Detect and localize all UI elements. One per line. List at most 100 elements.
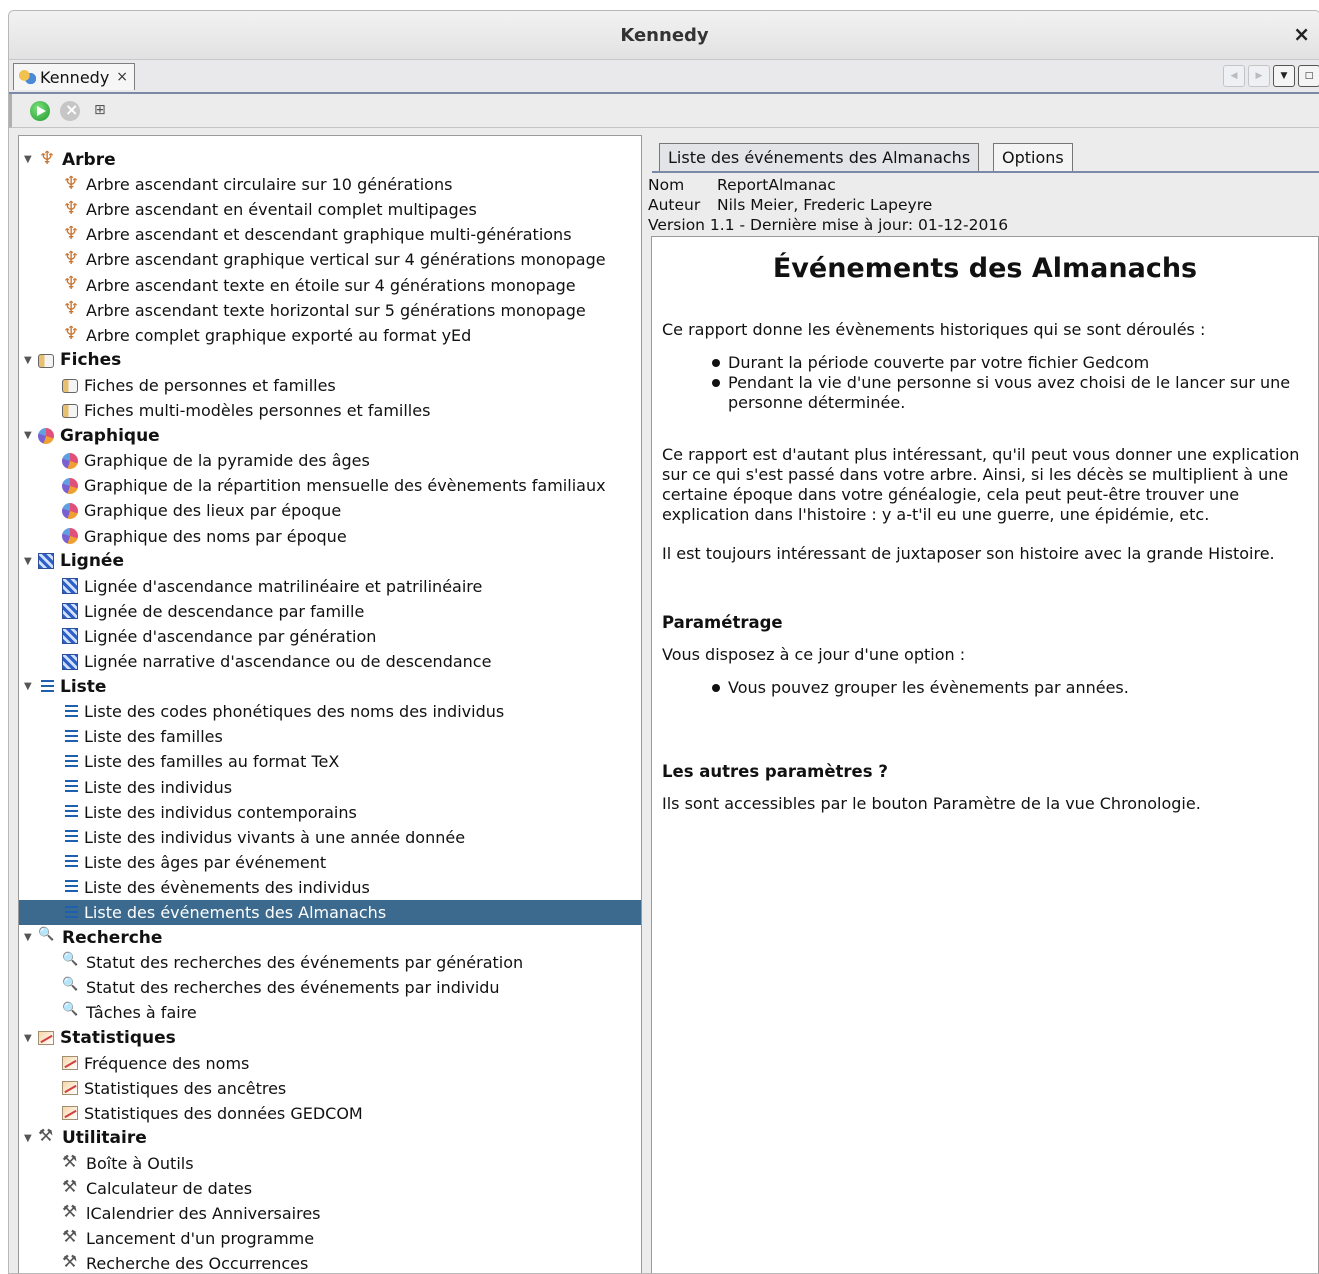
tree-item[interactable]: Statut des recherches des événements par…	[19, 975, 641, 1000]
tree-item[interactable]: Calculateur de dates	[19, 1176, 641, 1201]
tree-item[interactable]: Liste des âges par événement	[19, 850, 641, 875]
tree-item[interactable]: Lignée d'ascendance par génération	[19, 624, 641, 649]
graph-icon	[62, 477, 78, 494]
tree-item[interactable]: lCalendrier des Anniversaires	[19, 1201, 641, 1226]
tree-category-label: Utilitaire	[62, 1128, 147, 1149]
expand-triangle-icon[interactable]: ▼	[24, 932, 38, 943]
report-metadata: Nom ReportAlmanac Auteur Nils Meier, Frede…	[648, 175, 1008, 235]
liste-icon	[62, 704, 78, 719]
arbre-icon	[38, 148, 56, 169]
tree-item-label: Lignée narrative d'ascendance ou de desc…	[84, 652, 492, 671]
tree-item[interactable]: Liste des évènements des individus	[19, 875, 641, 900]
stat-icon	[62, 1081, 78, 1096]
nom-value: ReportAlmanac	[717, 176, 836, 194]
tree-item[interactable]: Graphique de la répartition mensuelle de…	[19, 473, 641, 498]
tree-item[interactable]: Arbre ascendant en éventail complet mult…	[19, 197, 641, 222]
arbre-icon	[62, 273, 80, 294]
rech-icon	[38, 927, 56, 947]
arbre-icon	[62, 298, 80, 319]
expand-triangle-icon[interactable]: ▼	[24, 430, 38, 441]
tree-item[interactable]: Liste des codes phonétiques des noms des…	[19, 699, 641, 724]
lignee-icon	[62, 653, 78, 670]
graph-icon	[38, 427, 54, 444]
tree-item-label: Arbre ascendant texte en étoile sur 4 gé…	[86, 275, 576, 295]
tree-item[interactable]: Boîte à Outils	[19, 1151, 641, 1176]
tree-item[interactable]: Liste des individus	[19, 775, 641, 800]
scroll-left-icon[interactable]: ◀	[1223, 65, 1245, 87]
tree-category-liste[interactable]: ▼ Liste	[19, 674, 641, 699]
tab-description[interactable]: Liste des événements des Almanachs	[659, 143, 980, 171]
tree-item-label: Statistiques des ancêtres	[84, 1078, 287, 1098]
scroll-right-icon[interactable]: ▶	[1248, 65, 1270, 87]
tree-item[interactable]: Fiches multi-modèles personnes et famill…	[19, 398, 641, 423]
tree-category-arbre[interactable]: ▼ Arbre	[19, 147, 641, 172]
tree-item-label: Liste des âges par événement	[84, 852, 327, 872]
tree-category-label: Lignée	[60, 551, 124, 572]
expand-triangle-icon[interactable]: ▼	[24, 1033, 38, 1044]
tab-list-dropdown-icon[interactable]: ▼	[1273, 65, 1295, 87]
arbre-icon	[62, 173, 80, 194]
tree-item[interactable]: Fiches de personnes et familles	[19, 373, 641, 398]
arbre-icon	[62, 198, 80, 219]
tree-item[interactable]: Lignée d'ascendance matrilinéaire et pat…	[19, 574, 641, 599]
tree-item[interactable]: Arbre ascendant texte horizontal sur 5 g…	[19, 298, 641, 323]
close-window-icon[interactable]: ×	[1293, 22, 1310, 46]
tree-item-label: Statut des recherches des événements par…	[86, 978, 500, 998]
tree-item[interactable]: Arbre ascendant texte en étoile sur 4 gé…	[19, 273, 641, 298]
tree-category-label: Liste	[60, 676, 107, 697]
tree-item[interactable]: Graphique des noms par époque	[19, 524, 641, 549]
tree-category-graphique[interactable]: ▼ Graphique	[19, 423, 641, 448]
tree-item[interactable]: Arbre ascendant circulaire sur 10 généra…	[19, 172, 641, 197]
tree-item[interactable]: Liste des familles	[19, 724, 641, 749]
expand-triangle-icon[interactable]: ▼	[24, 355, 38, 366]
arbre-icon	[62, 223, 80, 244]
tree-category-fiches[interactable]: ▼ Fiches	[19, 348, 641, 373]
expand-triangle-icon[interactable]: ▼	[24, 1133, 38, 1144]
expand-triangle-icon[interactable]: ▼	[24, 556, 38, 567]
tree-item[interactable]: Fréquence des noms	[19, 1051, 641, 1076]
lignee-icon	[62, 628, 78, 645]
tree-item[interactable]: Tâches à faire	[19, 1000, 641, 1025]
tree-category-statistiques[interactable]: ▼ Statistiques	[19, 1026, 641, 1051]
expand-triangle-icon[interactable]: ▼	[24, 681, 38, 692]
tree-item[interactable]: Graphique de la pyramide des âges	[19, 448, 641, 473]
fiches-icon	[62, 378, 78, 393]
tree-category-lignee[interactable]: ▼ Lignée	[19, 549, 641, 574]
tree-item[interactable]: Liste des individus vivants à une année …	[19, 825, 641, 850]
tree-item[interactable]: Statut des recherches des événements par…	[19, 950, 641, 975]
toolbar: ⊞	[9, 94, 1319, 128]
stop-icon[interactable]	[60, 100, 80, 121]
tree-item[interactable]: Lignée de descendance par famille	[19, 599, 641, 624]
tree-item[interactable]: Arbre ascendant et descendant graphique …	[19, 222, 641, 247]
tree-item[interactable]: Arbre ascendant graphique vertical sur 4…	[19, 247, 641, 272]
tree-item[interactable]: Liste des individus contemporains	[19, 800, 641, 825]
tree-item[interactable]: Liste des familles au format TeX	[19, 749, 641, 774]
expand-triangle-icon[interactable]: ▼	[24, 154, 38, 165]
title-bar: Kennedy ×	[9, 11, 1319, 60]
tree-item[interactable]: Liste des événements des Almanachs	[19, 900, 641, 925]
tree-item[interactable]: Statistiques des ancêtres	[19, 1076, 641, 1101]
tree-view-icon[interactable]: ⊞	[94, 102, 112, 120]
tree-category-recherche[interactable]: ▼ Recherche	[19, 925, 641, 950]
tree-category-utilitaire[interactable]: ▼ Utilitaire	[19, 1126, 641, 1151]
tree-item-label: lCalendrier des Anniversaires	[86, 1204, 321, 1224]
document-tab-kennedy[interactable]: Kennedy ×	[13, 63, 136, 90]
tree-item[interactable]: Graphique des lieux par époque	[19, 498, 641, 523]
tree-item-label: Fréquence des noms	[84, 1053, 250, 1073]
tree-item-label: Graphique des lieux par époque	[84, 501, 342, 521]
tree-item[interactable]: Arbre complet graphique exporté au forma…	[19, 323, 641, 348]
run-icon[interactable]	[30, 101, 50, 121]
close-tab-icon[interactable]: ×	[116, 69, 128, 85]
tab-options[interactable]: Options	[993, 143, 1073, 171]
bullet-list-1: Durant la période couverte par votre fic…	[662, 353, 1308, 413]
util-icon	[62, 1177, 80, 1198]
tree-item-label: Arbre ascendant et descendant graphique …	[86, 225, 572, 245]
tree-item[interactable]: Statistiques des données GEDCOM	[19, 1101, 641, 1126]
tree-category-label: Arbre	[62, 149, 116, 170]
tree-item[interactable]: Lignée narrative d'ascendance ou de desc…	[19, 649, 641, 674]
tree-item[interactable]: Recherche des Occurrences	[19, 1251, 641, 1273]
tree-item[interactable]: Lancement d'un programme	[19, 1226, 641, 1251]
tree-item-label: Calculateur de dates	[86, 1179, 253, 1199]
tree-item-label: Statut des recherches des événements par…	[86, 953, 524, 973]
maximize-icon[interactable]: □	[1298, 65, 1319, 87]
